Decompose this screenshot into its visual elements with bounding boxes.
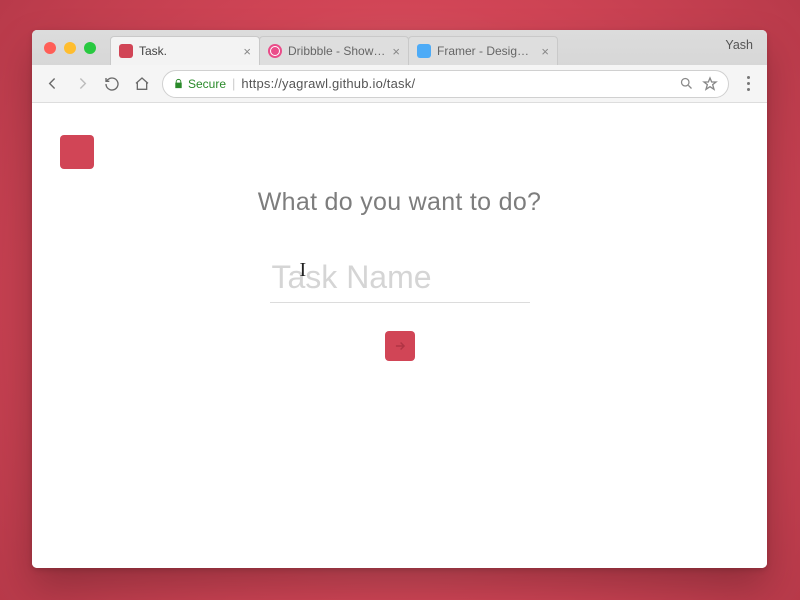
window-minimize-button[interactable] xyxy=(64,42,76,54)
window-close-button[interactable] xyxy=(44,42,56,54)
back-button[interactable] xyxy=(42,74,62,94)
tab-title: Task. xyxy=(139,44,237,58)
tab-framer[interactable]: Framer - Design, code × xyxy=(408,36,558,65)
task-input-wrap: I xyxy=(270,217,530,303)
tab-title: Dribbble - Show and t xyxy=(288,44,386,58)
window-traffic-lights xyxy=(44,42,96,54)
browser-window: Task. × Dribbble - Show and t × Framer -… xyxy=(32,30,767,568)
lock-icon xyxy=(173,78,184,89)
window-zoom-button[interactable] xyxy=(84,42,96,54)
browser-menu-button[interactable] xyxy=(739,76,757,91)
close-tab-icon[interactable]: × xyxy=(243,45,251,58)
prompt-heading: What do you want to do? xyxy=(258,188,541,217)
close-tab-icon[interactable]: × xyxy=(541,45,549,58)
task-favicon-icon xyxy=(119,44,133,58)
bookmark-star-icon[interactable] xyxy=(702,76,718,92)
secure-label: Secure xyxy=(188,77,226,91)
close-tab-icon[interactable]: × xyxy=(392,45,400,58)
tab-strip: Task. × Dribbble - Show and t × Framer -… xyxy=(32,30,767,65)
browser-toolbar: Secure | https://yagrawl.github.io/task/ xyxy=(32,65,767,103)
secure-indicator: Secure xyxy=(173,77,226,91)
address-bar[interactable]: Secure | https://yagrawl.github.io/task/ xyxy=(162,70,729,98)
tab-task[interactable]: Task. × xyxy=(110,36,260,65)
zoom-icon[interactable] xyxy=(679,76,694,91)
arrow-right-icon xyxy=(393,339,407,353)
home-button[interactable] xyxy=(132,74,152,94)
dribbble-favicon-icon xyxy=(268,44,282,58)
page-content: What do you want to do? I xyxy=(32,103,767,568)
tab-dribbble[interactable]: Dribbble - Show and t × xyxy=(259,36,409,65)
app-logo-icon[interactable] xyxy=(60,135,94,169)
task-form: What do you want to do? I xyxy=(32,188,767,361)
tab-title: Framer - Design, code xyxy=(437,44,535,58)
task-name-input[interactable] xyxy=(270,255,530,303)
forward-button[interactable] xyxy=(72,74,92,94)
reload-button[interactable] xyxy=(102,74,122,94)
chrome-profile-label[interactable]: Yash xyxy=(725,38,753,52)
url-text: https://yagrawl.github.io/task/ xyxy=(241,76,673,91)
framer-favicon-icon xyxy=(417,44,431,58)
submit-button[interactable] xyxy=(385,331,415,361)
